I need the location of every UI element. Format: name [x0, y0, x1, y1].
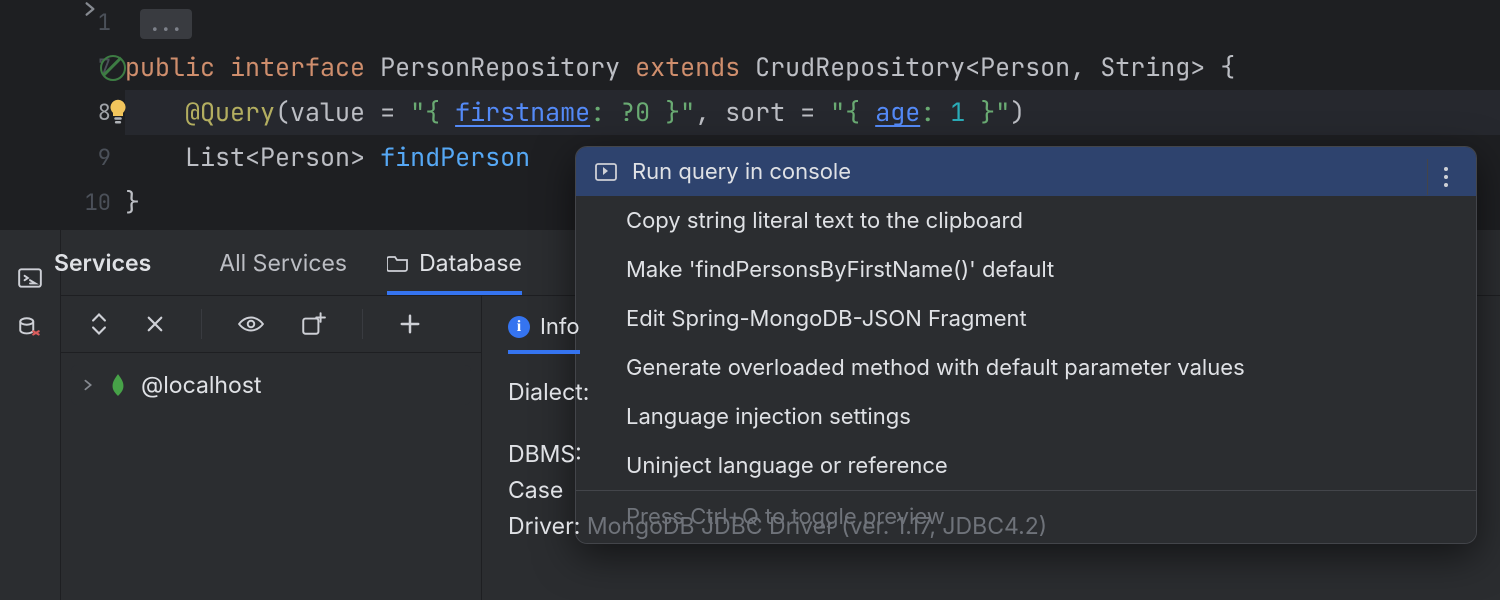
folder-icon — [387, 254, 409, 272]
services-tree-column: @localhost — [61, 296, 482, 600]
code-line: ... — [125, 0, 1500, 45]
gutter-line: 8 — [0, 90, 111, 135]
popup-item-label: Copy string literal text to the clipboar… — [626, 208, 1023, 234]
dialect-label: Dialect: — [508, 378, 589, 406]
folded-code-icon[interactable]: ... — [140, 9, 192, 39]
case-row: Case — [508, 476, 1474, 504]
popup-item-make-default[interactable]: Make 'findPersonsByFirstName()' default — [576, 245, 1476, 294]
tool-stripe — [0, 230, 61, 600]
gutter-line: 10 — [0, 180, 111, 225]
separator — [201, 309, 202, 339]
mongodb-icon — [109, 373, 127, 397]
separator — [362, 309, 363, 339]
tab-label: Info — [540, 314, 580, 340]
tab-database[interactable]: Database — [387, 230, 522, 295]
popup-item-run-query[interactable]: Run query in console — [576, 147, 1476, 196]
popup-more-icon[interactable] — [1427, 159, 1464, 195]
run-console-icon — [594, 160, 618, 184]
dbms-row: DBMS: — [508, 440, 1474, 468]
tab-label: Database — [419, 249, 522, 277]
info-icon: i — [508, 316, 530, 338]
gutter-line: 1 — [0, 0, 111, 45]
code-line: @Query(value = "{ firstname: ?0 }", sort… — [125, 90, 1500, 135]
tree-item-label: @localhost — [141, 371, 261, 399]
case-label: Case — [508, 476, 563, 504]
tab-all-services[interactable]: All Services — [219, 249, 347, 277]
intention-bulb-icon[interactable] — [103, 96, 133, 126]
popup-item-copy-string[interactable]: Copy string literal text to the clipboar… — [576, 196, 1476, 245]
add-icon[interactable] — [399, 313, 421, 335]
tree-item-localhost[interactable]: @localhost — [71, 365, 471, 405]
driver-value: MongoDB JDBC Driver (ver. 1.17, JDBC4.2) — [587, 512, 1047, 540]
popup-item-label: Make 'findPersonsByFirstName()' default — [626, 257, 1054, 283]
dialect-row: Dialect: — [508, 378, 1474, 406]
eye-icon[interactable] — [238, 314, 264, 334]
gutter-line: 9 — [0, 135, 111, 180]
bottom-body: @localhost i Info Dialect: DBMS: Case Dr… — [61, 295, 1500, 600]
driver-label: Driver: — [508, 512, 580, 540]
tab-info[interactable]: i Info — [508, 314, 580, 354]
detail-column: i Info Dialect: DBMS: Case Driver: Mongo… — [482, 296, 1500, 600]
dbms-label: DBMS: — [508, 440, 582, 468]
fold-chevron-icon[interactable] — [81, 0, 126, 18]
line-number: 9 — [98, 143, 111, 172]
chevron-right-icon — [81, 378, 95, 392]
expand-collapse-icon[interactable] — [89, 311, 109, 337]
datasource-tool-icon[interactable] — [16, 314, 44, 342]
tree-toolbar — [61, 296, 481, 353]
close-icon[interactable] — [145, 314, 165, 334]
editor-gutter: 1 7 8 9 10 — [0, 0, 125, 230]
gutter-line: 7 — [0, 45, 111, 90]
new-session-icon[interactable] — [300, 311, 326, 337]
popup-item-label: Run query in console — [632, 159, 851, 185]
tree-body: @localhost — [61, 353, 481, 600]
line-number: 10 — [85, 188, 111, 217]
code-line: public interface PersonRepository extend… — [125, 45, 1500, 90]
panel-title: Services — [26, 249, 179, 277]
driver-row: Driver: MongoDB JDBC Driver (ver. 1.17, … — [508, 512, 1474, 540]
